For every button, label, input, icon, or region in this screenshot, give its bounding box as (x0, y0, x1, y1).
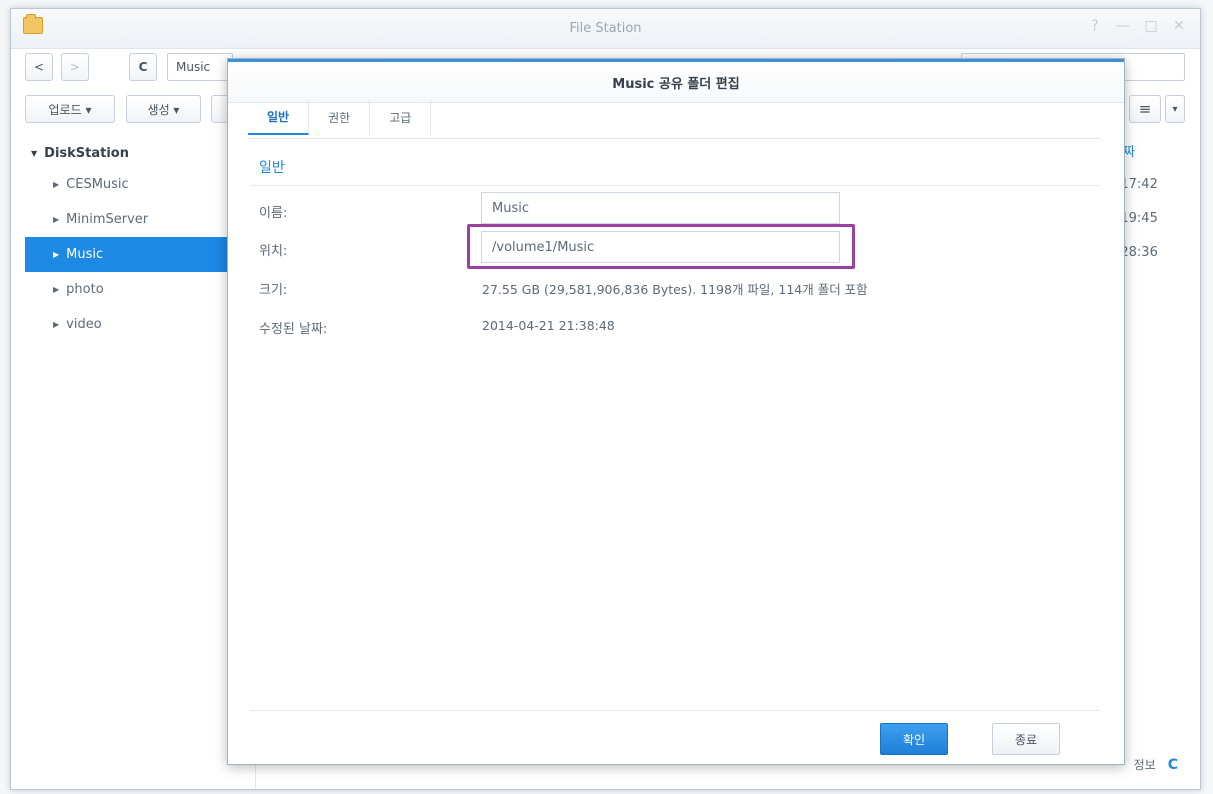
chevron-right-icon: ▶ (53, 285, 60, 294)
list-view-button[interactable]: ≡ (1129, 95, 1161, 123)
dialog-title: Music 공유 폴더 편집 (612, 77, 740, 92)
ok-button[interactable]: 확인 (880, 723, 948, 755)
folder-tree: ▼ DiskStation ▶ CESMusic ▶ MinimServer ▶… (25, 139, 240, 342)
tree-item-music[interactable]: ▶ Music (25, 237, 240, 272)
tree-item-label: MinimServer (66, 212, 149, 227)
tab-permissions[interactable]: 권한 (309, 99, 371, 135)
window-controls: ? — □ ✕ (1088, 18, 1186, 34)
tree-item-minimserver[interactable]: ▶ MinimServer (25, 202, 240, 237)
chevron-right-icon: ▶ (53, 250, 60, 259)
tab-advanced[interactable]: 고급 (370, 99, 432, 135)
dialog-tabs: 일반 권한 고급 (248, 99, 432, 135)
name-field[interactable]: Music (481, 192, 840, 224)
tree-item-photo[interactable]: ▶ photo (25, 272, 240, 307)
location-label: 위치: (259, 244, 288, 259)
status-bar: 정보 C (1134, 756, 1178, 773)
size-value: 27.55 GB (29,581,906,836 Bytes). 1198개 파… (482, 282, 868, 297)
name-label: 이름: (259, 206, 288, 221)
tree-item-label: CESMusic (66, 177, 129, 192)
maximize-icon[interactable]: □ (1144, 18, 1158, 34)
tree-root-diskstation[interactable]: ▼ DiskStation (25, 139, 240, 167)
forward-button[interactable]: > (61, 53, 89, 81)
tree-item-label: photo (66, 282, 104, 297)
size-label: 크기: (259, 283, 288, 298)
window-titlebar: File Station ? — □ ✕ (11, 9, 1200, 49)
modified-date-value: 2014-04-21 21:38:48 (482, 318, 615, 333)
view-options-button[interactable]: ▾ (1165, 95, 1185, 123)
upload-button[interactable]: 업로드 ▾ (25, 95, 115, 123)
chevron-right-icon: ▶ (53, 215, 60, 224)
section-divider (250, 185, 1100, 186)
close-icon[interactable]: ✕ (1172, 18, 1186, 34)
footer-divider (250, 710, 1100, 711)
highlight-box (467, 224, 855, 269)
minimize-icon[interactable]: — (1116, 18, 1130, 34)
chevron-right-icon: ▶ (53, 320, 60, 329)
refresh-icon[interactable]: C (1168, 757, 1178, 773)
chevron-down-icon: ▼ (31, 148, 38, 158)
tree-item-label: Music (66, 247, 104, 262)
status-label: 정보 (1133, 758, 1156, 772)
refresh-button[interactable]: C (129, 53, 157, 81)
section-title: 일반 (259, 160, 285, 176)
tab-divider (248, 138, 1100, 139)
tree-item-video[interactable]: ▶ video (25, 307, 240, 342)
tree-item-cesmusic[interactable]: ▶ CESMusic (25, 167, 240, 202)
close-button[interactable]: 종료 (992, 723, 1060, 755)
create-button[interactable]: 생성 ▾ (126, 95, 201, 123)
help-icon[interactable]: ? (1088, 18, 1102, 34)
tab-general[interactable]: 일반 (248, 99, 310, 135)
window-title: File Station (569, 21, 642, 36)
dialog-titlebar: Music 공유 폴더 편집 (228, 59, 1124, 103)
path-input[interactable]: Music (167, 53, 233, 81)
edit-shared-folder-dialog: Music 공유 폴더 편집 일반 권한 고급 일반 이름: Music 위치:… (227, 58, 1125, 765)
back-button[interactable]: < (25, 53, 53, 81)
tree-root-label: DiskStation (44, 145, 129, 161)
modified-date-label: 수정된 날짜: (259, 322, 328, 337)
tree-item-label: video (66, 317, 102, 332)
chevron-right-icon: ▶ (53, 180, 60, 189)
